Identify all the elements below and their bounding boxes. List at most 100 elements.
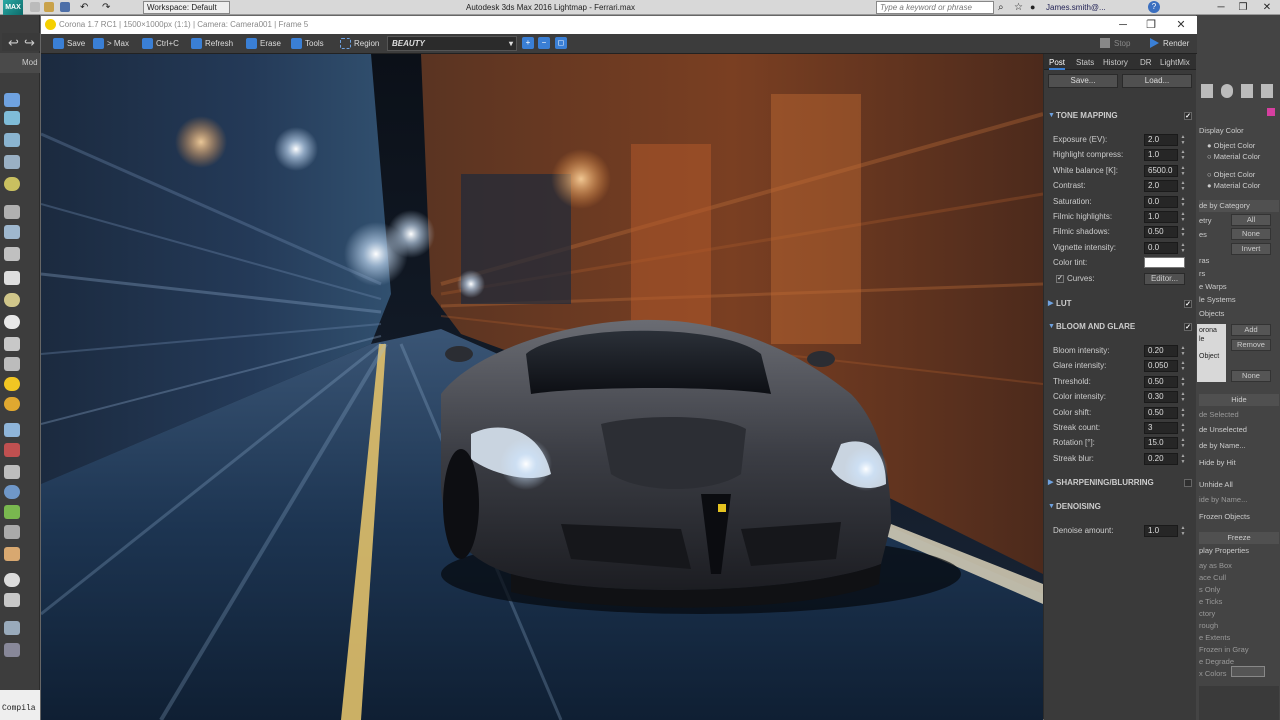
spinner-arrows-icon[interactable]: ▲ ▼ <box>1180 360 1186 372</box>
script-icon[interactable] <box>4 621 20 635</box>
spinner-arrows-icon[interactable]: ▲ ▼ <box>1180 211 1186 223</box>
remove-button[interactable]: Remove <box>1231 339 1271 351</box>
vfb-close-button[interactable]: ✕ <box>1167 16 1195 34</box>
zoom-in-icon[interactable]: + <box>522 37 534 49</box>
undo-arrow-icon[interactable]: ↩ <box>8 35 19 51</box>
all-button[interactable]: All <box>1231 214 1271 226</box>
none-list-button[interactable]: None <box>1231 370 1271 382</box>
tab-dr[interactable]: DR <box>1140 56 1152 70</box>
spinner-arrows-icon[interactable]: ▲ ▼ <box>1180 407 1186 419</box>
setting-value-field[interactable]: 1.0 <box>1144 211 1178 223</box>
hide-by-category-header[interactable]: de by Category <box>1199 200 1279 212</box>
sphere-icon[interactable] <box>4 315 20 329</box>
denoising-header[interactable]: ▼ DENOISING <box>1044 500 1196 514</box>
display-prop-item[interactable]: ay as Box <box>1199 561 1232 570</box>
lut-checkbox[interactable]: ✓ <box>1184 300 1192 308</box>
spinner-arrows-icon[interactable]: ▲ ▼ <box>1180 525 1186 537</box>
align-icon[interactable] <box>4 465 20 479</box>
move-icon[interactable] <box>4 205 20 219</box>
maxscript-icon[interactable] <box>4 643 20 657</box>
display-prop-item[interactable]: Frozen in Gray <box>1199 645 1249 654</box>
spinner-arrows-icon[interactable]: ▲ ▼ <box>1180 242 1186 254</box>
sun-icon[interactable] <box>4 377 20 391</box>
copy-button[interactable]: Ctrl+C <box>142 36 179 51</box>
lut-header[interactable]: ▶ LUT ✓ <box>1044 297 1196 311</box>
globe-icon[interactable] <box>4 485 20 499</box>
save-button[interactable]: Save <box>53 36 85 51</box>
wire-material-color-radio[interactable]: ○ Material Color <box>1207 152 1260 161</box>
tone-mapping-header[interactable]: ▼ TONE MAPPING ✓ <box>1044 109 1196 123</box>
scene-explorer-icon[interactable] <box>4 155 20 169</box>
list-item[interactable]: le <box>1199 336 1204 343</box>
utilities-tab-icon[interactable] <box>1241 84 1253 98</box>
workspace-dropdown[interactable]: Workspace: Default <box>143 1 230 14</box>
list-item[interactable]: orona <box>1199 327 1217 334</box>
display-properties-header[interactable]: play Properties <box>1199 546 1249 555</box>
tab-history[interactable]: History <box>1103 56 1128 70</box>
modify-tab[interactable]: Mod <box>0 53 40 73</box>
spinner-arrows-icon[interactable]: ▲ ▼ <box>1180 196 1186 208</box>
unhide-by-name-button[interactable]: ide by Name... <box>1199 495 1247 504</box>
wrench-icon[interactable] <box>1261 84 1273 98</box>
open-icon[interactable] <box>44 2 54 12</box>
vfb-maximize-button[interactable]: ❐ <box>1137 16 1165 34</box>
invert-button[interactable]: Invert <box>1231 243 1271 255</box>
category-cameras[interactable]: ras <box>1199 256 1209 265</box>
setting-value-field[interactable]: 0.0 <box>1144 241 1178 254</box>
erase-button[interactable]: Erase <box>246 36 281 51</box>
display-prop-item[interactable]: e Extents <box>1199 633 1230 642</box>
region-button[interactable]: Region <box>340 36 379 51</box>
tab-lightmix[interactable]: LightMix <box>1160 56 1190 70</box>
spinner-arrows-icon[interactable]: ▲ ▼ <box>1180 453 1186 465</box>
search-field[interactable]: Type a keyword or phrase <box>876 1 994 14</box>
curves-editor-button[interactable]: Editor... <box>1144 273 1185 285</box>
display-prop-item[interactable]: e Degrade <box>1199 657 1234 666</box>
select-region-icon[interactable] <box>4 133 20 147</box>
setting-value-field[interactable]: 2.0 <box>1144 134 1178 146</box>
snap-icon[interactable] <box>4 423 20 437</box>
material-icon[interactable] <box>4 397 20 411</box>
setting-value-field[interactable]: 0.50 <box>1144 406 1178 419</box>
tone-mapping-checkbox[interactable]: ✓ <box>1184 112 1192 120</box>
hide-frozen-objects-checkbox[interactable]: Frozen Objects <box>1199 512 1250 521</box>
spinner-arrows-icon[interactable]: ▲ ▼ <box>1180 376 1186 388</box>
bloom-glare-header[interactable]: ▼ BLOOM AND GLARE ✓ <box>1044 320 1196 334</box>
redo-arrow-icon[interactable]: ↪ <box>24 35 35 51</box>
setting-value-field[interactable]: 0.30 <box>1144 391 1178 404</box>
sharpening-header[interactable]: ▶ SHARPENING/BLURRING <box>1044 476 1196 490</box>
spinner-arrows-icon[interactable]: ▲ ▼ <box>1180 180 1186 192</box>
create-tab-icon[interactable] <box>1201 84 1213 98</box>
leaf-icon[interactable] <box>4 505 20 519</box>
setting-value-field[interactable]: 2.0 <box>1144 180 1178 193</box>
max-minimize-button[interactable]: ─ <box>1210 0 1232 15</box>
tab-post[interactable]: Post <box>1049 56 1066 70</box>
light-icon[interactable] <box>4 177 20 191</box>
hide-unselected-button[interactable]: de Unselected <box>1199 425 1247 434</box>
dog-icon[interactable] <box>4 547 20 561</box>
redo-icon[interactable]: ↷ <box>102 0 110 15</box>
render-setup-icon[interactable] <box>4 593 20 607</box>
category-space-warps[interactable]: e Warps <box>1199 282 1227 291</box>
display-prop-item[interactable]: rough <box>1199 621 1218 630</box>
display-prop-item[interactable]: x Colors <box>1199 669 1227 678</box>
zoom-out-icon[interactable]: − <box>538 37 550 49</box>
to-max-button[interactable]: > Max <box>93 36 129 51</box>
max-maximize-button[interactable]: ❐ <box>1232 0 1254 15</box>
category-list[interactable]: orona le Object <box>1197 324 1226 382</box>
hide-selected-button[interactable]: de Selected <box>1199 410 1239 419</box>
maxscript-listener[interactable]: Compila <box>0 690 41 720</box>
tools-button[interactable]: Tools <box>291 36 324 51</box>
setting-value-field[interactable]: 0.50 <box>1144 375 1178 388</box>
display-prop-item[interactable]: e Ticks <box>1199 597 1222 606</box>
setting-value-field[interactable]: 1.0 <box>1144 525 1178 537</box>
save-icon[interactable] <box>60 2 70 12</box>
category-helpers[interactable]: rs <box>1199 269 1205 278</box>
help-icon[interactable]: ? <box>1148 1 1160 13</box>
display-tab-icon[interactable] <box>1221 84 1233 98</box>
rotate-icon[interactable] <box>4 225 20 239</box>
list-item[interactable]: Object <box>1199 353 1219 360</box>
curves-checkbox[interactable]: ✓ <box>1056 275 1064 283</box>
bloom-glare-checkbox[interactable]: ✓ <box>1184 323 1192 331</box>
user-name[interactable]: James.smith@... <box>1046 0 1106 15</box>
category-particle-systems[interactable]: le Systems <box>1199 295 1236 304</box>
